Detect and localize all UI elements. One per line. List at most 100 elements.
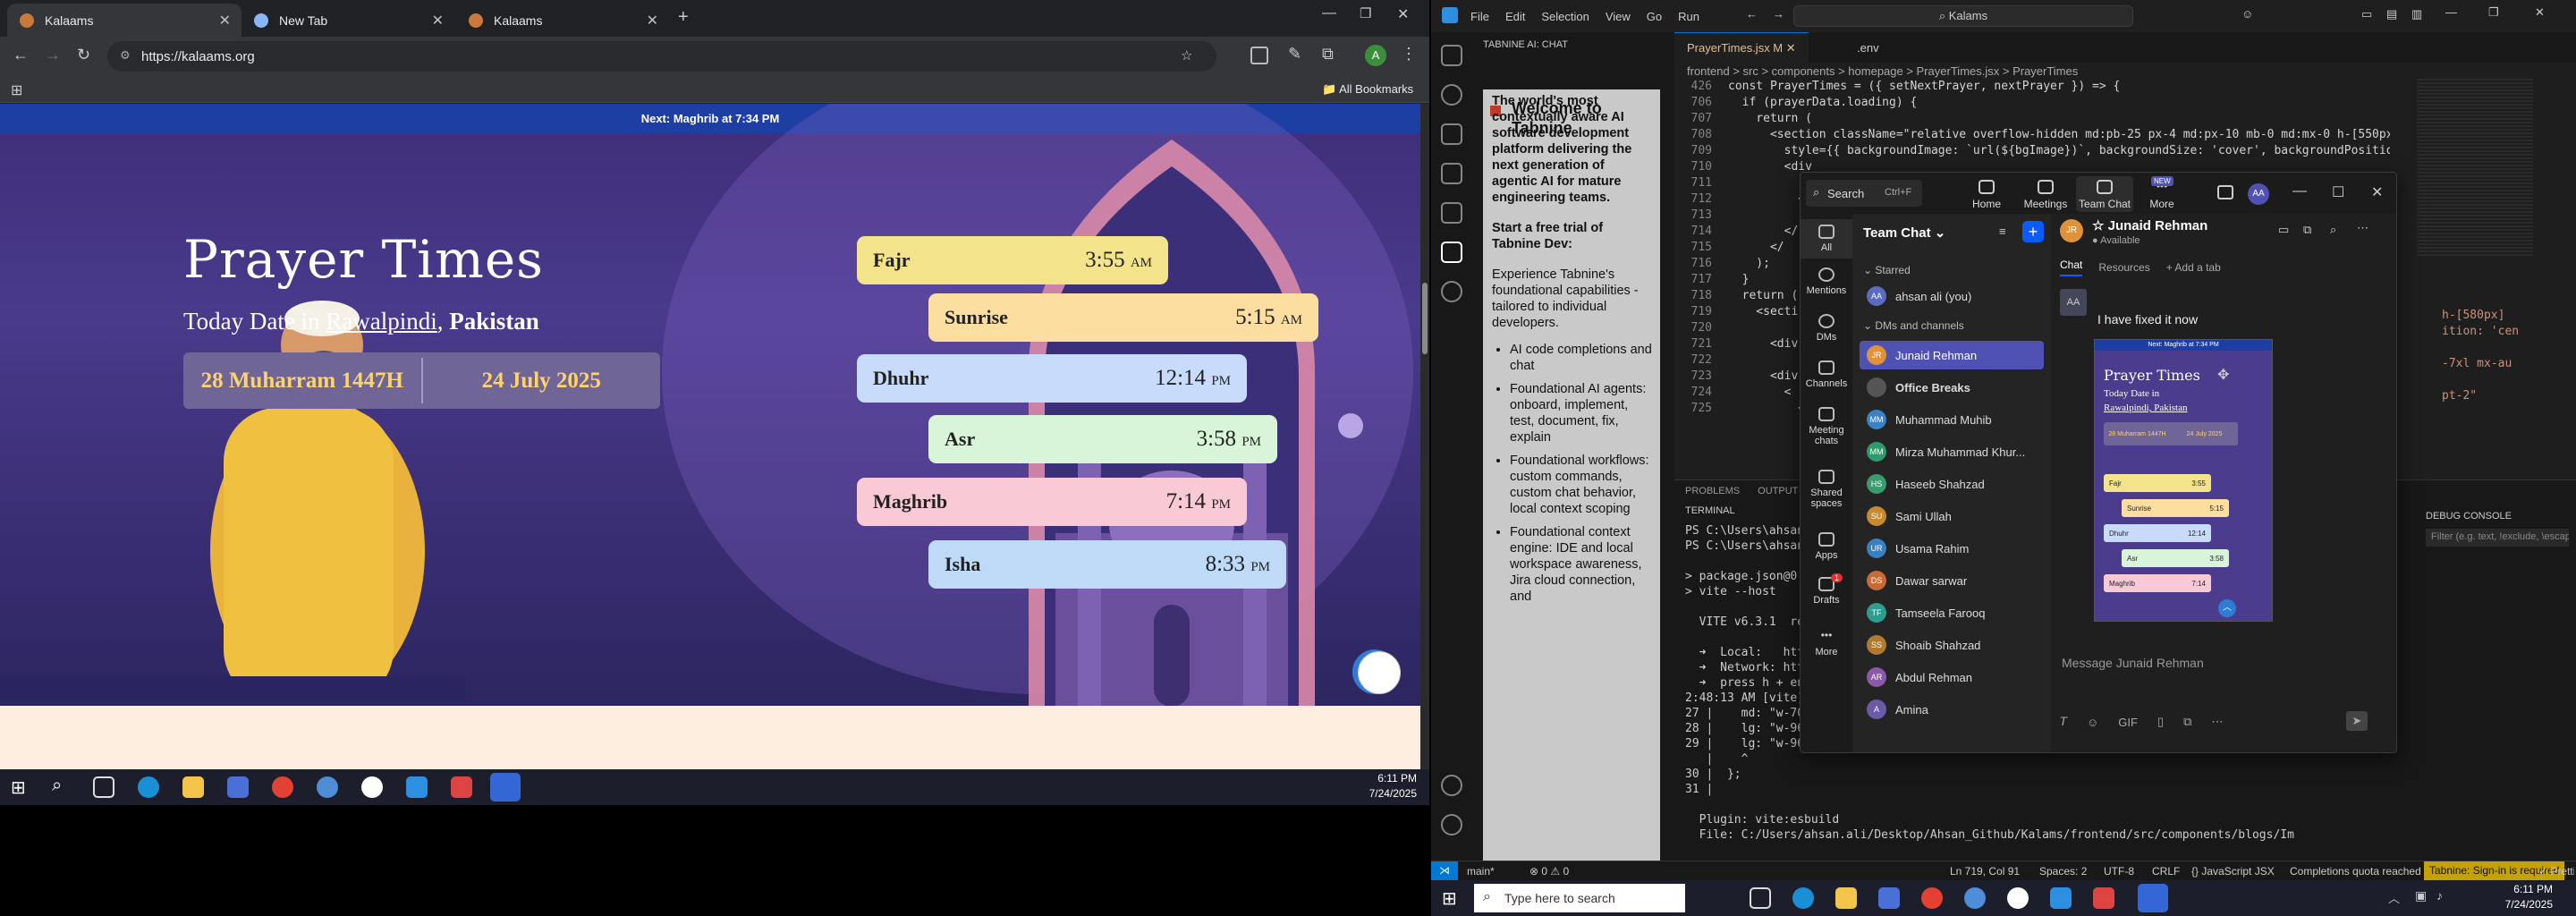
source-control-icon[interactable] [1441,123,1462,145]
rail-shared-spaces[interactable]: Shared spaces [1801,470,1852,509]
debug-filter-input[interactable]: Filter (e.g. text, !exclude, \escape) [2426,529,2569,547]
code-line[interactable]: 707 return ( [1674,111,2390,127]
user-avatar[interactable]: AA [2248,183,2269,205]
contact-item[interactable]: UR Usama Rahim [1860,534,2044,563]
minimap[interactable] [2417,79,2533,258]
address-bar[interactable]: ⚙ https://kalaams.org ☆ [107,41,1216,72]
menu-run[interactable]: Run [1678,10,1699,23]
app-icon[interactable] [1964,887,1986,909]
contact-item[interactable]: TF Tamseela Farooq [1860,598,2044,627]
editor-tab-prayertimes[interactable]: PrayerTimes.jsx M ✕ [1674,32,1809,63]
clock[interactable]: 6:11 PM 7/24/2025 [1360,771,1417,802]
settings-gear-icon[interactable] [1441,814,1462,835]
branch[interactable]: main* [1467,865,1495,878]
site-info-icon[interactable]: ⚙ [120,48,131,63]
starred-section[interactable]: ⌄ Starred [1863,264,1911,276]
chat-widget-button[interactable] [1358,651,1401,694]
minimize-icon[interactable]: — [1322,5,1336,21]
extension-icon[interactable] [1250,47,1268,64]
taskbar-search-input[interactable]: ⌕ Type here to search [1474,884,1685,912]
close-icon[interactable]: ✕ [647,12,658,30]
network-icon[interactable]: ▣ [2415,888,2427,903]
maximize-icon[interactable]: ❐ [2488,5,2499,20]
nav-team-chat[interactable]: Team Chat [2076,176,2133,212]
code-line[interactable]: 708 <section className="relative overflo… [1674,127,2390,143]
copilot-icon[interactable]: ☺ [2241,7,2253,21]
browser-tab-kalaams-2[interactable]: Kalaams ✕ [456,4,669,37]
browser-tab-new-tab[interactable]: New Tab ✕ [242,4,454,37]
new-chat-button[interactable]: + [2022,221,2044,242]
file-icon[interactable]: ▯ [2157,715,2164,729]
explorer-icon[interactable] [1441,45,1462,66]
close-window-icon[interactable]: ✕ [1397,5,1409,23]
message-compose-input[interactable]: Message Junaid Rehman [2055,649,2394,684]
dms-section[interactable]: ⌄ DMs and channels [1863,319,1964,332]
tab-chat[interactable]: Chat [2060,259,2083,276]
rail-more[interactable]: ••• More [1801,629,1852,657]
chrome-icon[interactable] [1921,887,1943,909]
maximize-icon[interactable]: ❐ [1360,5,1371,21]
eol[interactable]: CRLF [2152,865,2180,878]
format-icon[interactable]: 𝘛 [2060,715,2067,729]
menu-view[interactable]: View [1606,10,1631,23]
gif-icon[interactable]: GIF [2118,716,2138,729]
minimize-icon[interactable]: — [2445,5,2457,19]
panel-toggle-icon[interactable]: ▤ [2386,7,2397,21]
rail-all[interactable]: All [1801,219,1852,259]
prettier-status[interactable]: ✓ Prettier [2538,865,2574,878]
close-icon[interactable]: ✕ [432,12,444,30]
code-line[interactable]: 426 const PrayerTimes = ({ setNextPrayer,… [1674,79,2390,95]
file-explorer-icon[interactable] [182,776,204,798]
more-options-icon[interactable]: ⋯ [2357,221,2368,235]
windows-start-icon[interactable]: ⊞ [11,776,26,799]
remote-icon[interactable] [1441,281,1462,302]
rail-dms[interactable]: DMs [1801,314,1852,343]
nav-more[interactable]: NEW ••• More [2133,176,2190,210]
rail-meeting-chats[interactable]: Meeting chats [1801,407,1852,446]
store-icon[interactable] [227,776,249,798]
tab-problems[interactable]: PROBLEMS [1685,486,1740,496]
encoding[interactable]: UTF-8 [2104,865,2134,878]
layout-icon[interactable]: ▭ [2361,7,2372,21]
indentation[interactable]: Spaces: 2 [2039,865,2087,878]
extensions-icon[interactable] [1441,202,1462,224]
command-center-search[interactable]: ⌕ Kalams [1793,5,2133,27]
edge-icon[interactable] [1792,887,1814,909]
search-icon[interactable]: ⌕ [52,776,62,796]
run-debug-icon[interactable] [1441,163,1462,184]
account-icon[interactable] [1441,775,1462,796]
close-icon[interactable]: ✕ [219,12,231,30]
nav-home[interactable]: Home [1958,176,2015,210]
tab-output[interactable]: OUTPUT [1758,486,1798,496]
scrollbar-thumb[interactable] [1422,283,1428,354]
app-icon[interactable] [317,776,338,798]
contact-item[interactable]: Office Breaks [1860,373,2044,402]
menu-edit[interactable]: Edit [1505,10,1525,23]
puzzle-icon[interactable]: ⧉ [1322,45,1334,64]
vscode-icon[interactable] [406,776,428,798]
back-icon[interactable]: ← [13,46,29,64]
clock[interactable]: 6:11 PM 7/24/2025 [2496,882,2553,912]
apps-grid-icon[interactable]: ⊞ [11,81,22,99]
tabnine-icon[interactable] [1441,242,1462,263]
tab-add[interactable]: + Add a tab [2166,261,2221,274]
cursor-position[interactable]: Ln 719, Col 91 [1950,865,2020,878]
chat-contact-name[interactable]: ☆ Junaid Rehman [2092,217,2207,233]
vscode-icon[interactable] [2050,887,2072,909]
back-icon[interactable]: ← [1746,7,1758,21]
quota-warning[interactable]: Completions quota reached [2290,865,2421,878]
browser-tab-kalaams[interactable]: Kalaams ✕ [7,4,242,37]
volume-icon[interactable]: ♪ [2436,888,2443,903]
search-icon[interactable]: ⌕ [2330,223,2336,237]
rail-channels[interactable]: Channels [1801,360,1852,389]
emoji-icon[interactable]: ☺ [2087,716,2098,729]
menu-selection[interactable]: Selection [1541,10,1589,23]
maximize-icon[interactable]: ☐ [2332,183,2344,201]
screenshot-icon[interactable]: ⧉ [2183,715,2191,729]
rail-apps[interactable]: Apps [1801,532,1852,561]
contact-item[interactable]: MM Mirza Muhammad Khur... [1860,437,2044,466]
breadcrumb[interactable]: frontend > src > components > homepage >… [1687,64,2078,78]
nav-meetings[interactable]: Meetings [2017,176,2074,210]
language-mode[interactable]: {} JavaScript JSX [2191,865,2275,878]
contact-item[interactable]: AA ahsan ali (you) [1860,282,2044,310]
